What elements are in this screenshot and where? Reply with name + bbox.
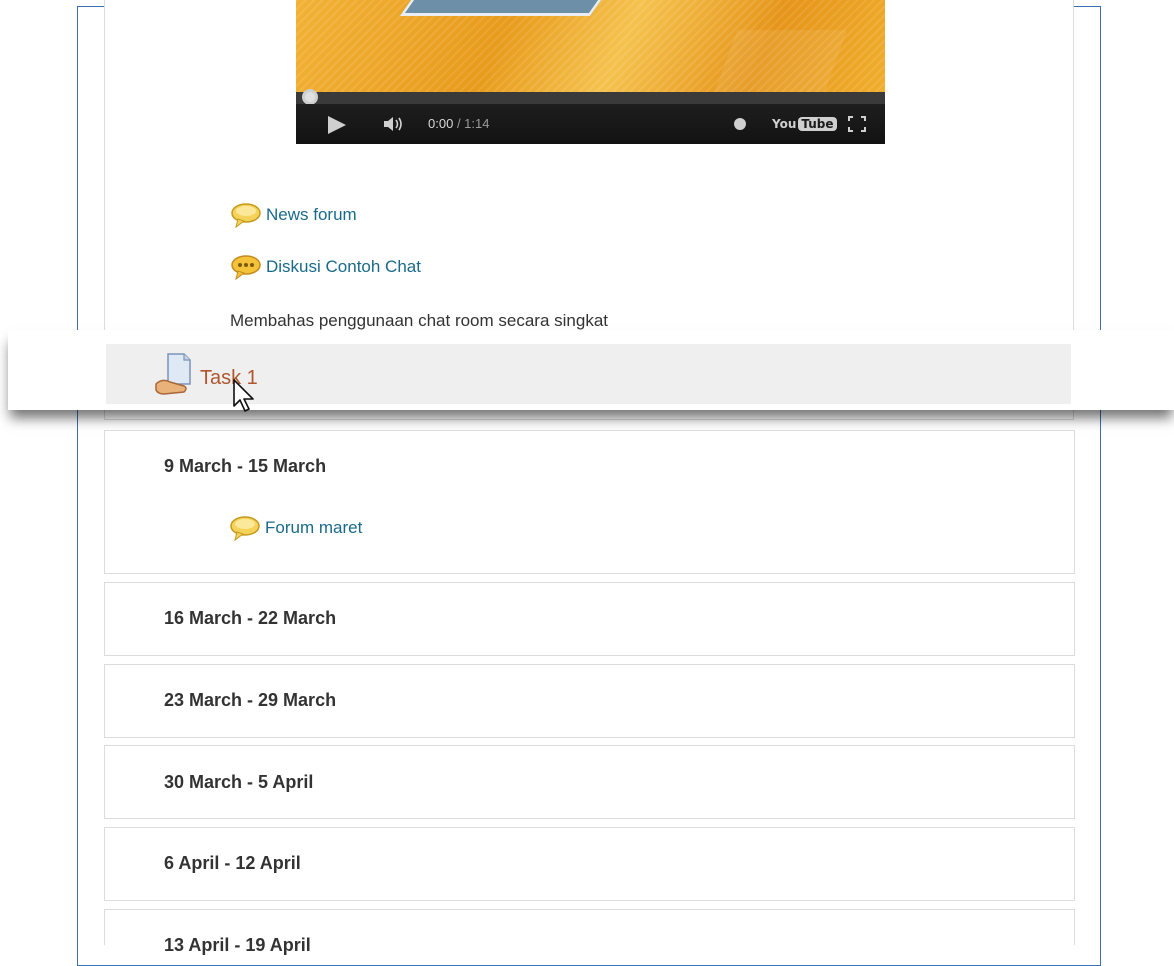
video-time-duration: / 1:14 <box>456 116 490 131</box>
watch-later-icon[interactable] <box>734 118 746 130</box>
week-section: 16 March - 22 March <box>104 582 1075 656</box>
play-icon[interactable] <box>328 116 346 134</box>
forum-icon <box>230 516 260 541</box>
week-title: 6 April - 12 April <box>164 853 301 873</box>
week-title: 23 March - 29 March <box>164 690 337 710</box>
video-time: 0:00 / 1:14 <box>428 116 489 131</box>
activity-chat[interactable]: Diskusi Contoh Chat <box>230 254 421 280</box>
week-section: 13 April - 19 April <box>104 909 1075 955</box>
video-thumbnail <box>296 0 885 92</box>
week-title: 13 April - 19 April <box>164 935 311 955</box>
mouse-cursor-icon <box>233 379 254 412</box>
youtube-logo[interactable]: You Tube <box>772 115 837 133</box>
forum-icon <box>231 203 261 228</box>
fullscreen-icon[interactable] <box>848 116 866 132</box>
week-section: 9 March - 15 March Forum maret <box>104 430 1075 574</box>
week-title: 30 March - 5 April <box>164 772 314 792</box>
youtube-logo-you: You <box>772 117 797 131</box>
week-title: 16 March - 22 March <box>164 608 337 628</box>
chat-icon <box>231 255 261 280</box>
activity-label[interactable]: News forum <box>266 205 357 225</box>
week-title: 9 March - 15 March <box>164 456 327 476</box>
week-section: 23 March - 29 March <box>104 664 1075 738</box>
youtube-logo-tube: Tube <box>798 117 837 131</box>
week-section: 6 April - 12 April <box>104 827 1075 901</box>
activity-label[interactable]: Forum maret <box>265 518 362 538</box>
volume-icon[interactable] <box>382 115 406 133</box>
video-controls: 0:00 / 1:14 You Tube <box>296 104 885 144</box>
video-scrubber-handle[interactable] <box>302 89 318 105</box>
chat-description: Membahas penggunaan chat room secara sin… <box>230 311 609 330</box>
assignment-icon <box>155 353 191 395</box>
week-section: 30 March - 5 April <box>104 745 1075 819</box>
video-time-current: 0:00 <box>428 116 454 131</box>
activity-news-forum[interactable]: News forum <box>230 202 357 228</box>
video-progress-bar[interactable] <box>296 92 885 104</box>
video-player[interactable]: 0:00 / 1:14 You Tube <box>296 0 885 144</box>
activity-label[interactable]: Diskusi Contoh Chat <box>266 257 421 277</box>
activity-forum-maret[interactable]: Forum maret <box>229 515 362 541</box>
